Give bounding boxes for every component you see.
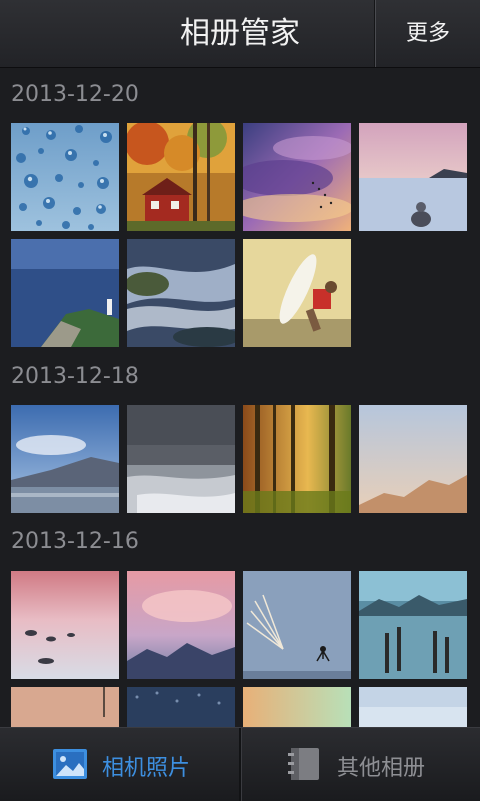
album-icon [287,746,323,786]
photo-thumbnail[interactable] [127,571,235,679]
photo-thumbnail[interactable] [243,123,351,231]
tab-other-albums[interactable]: 其他相册 [241,728,480,801]
photo-thumbnail[interactable] [11,239,119,347]
image-icon [52,748,88,784]
photo-grid: 2013-12-20 2013-12-18 2013-12-16 [0,68,480,727]
date-header: 2013-12-18 [11,364,139,389]
photo-thumbnail[interactable] [127,405,235,513]
photo-thumbnail[interactable] [11,405,119,513]
tab-other-albums-label: 其他相册 [337,756,426,781]
photo-thumbnail[interactable] [243,405,351,513]
date-header: 2013-12-20 [11,82,139,107]
tab-camera-photos-label: 相机照片 [102,756,191,781]
tab-camera-photos[interactable]: 相机照片 [0,728,239,801]
bottom-tab-bar: 相机照片 其他相册 [0,727,480,801]
photo-thumbnail[interactable] [243,687,351,727]
photo-thumbnail[interactable] [359,571,467,679]
photo-thumbnail[interactable] [127,687,235,727]
photo-thumbnail[interactable] [11,123,119,231]
photo-thumbnail[interactable] [359,687,467,727]
photo-thumbnail[interactable] [359,405,467,513]
photo-thumbnail[interactable] [243,239,351,347]
photo-thumbnail[interactable] [11,687,119,727]
title-bar: 相册管家 更多 [0,0,480,68]
more-button[interactable]: 更多 [376,0,480,67]
photo-thumbnail[interactable] [359,123,467,231]
photo-thumbnail[interactable] [127,239,235,347]
photo-thumbnail[interactable] [243,571,351,679]
photo-thumbnail[interactable] [11,571,119,679]
photo-thumbnail[interactable] [127,123,235,231]
date-header: 2013-12-16 [11,529,139,554]
